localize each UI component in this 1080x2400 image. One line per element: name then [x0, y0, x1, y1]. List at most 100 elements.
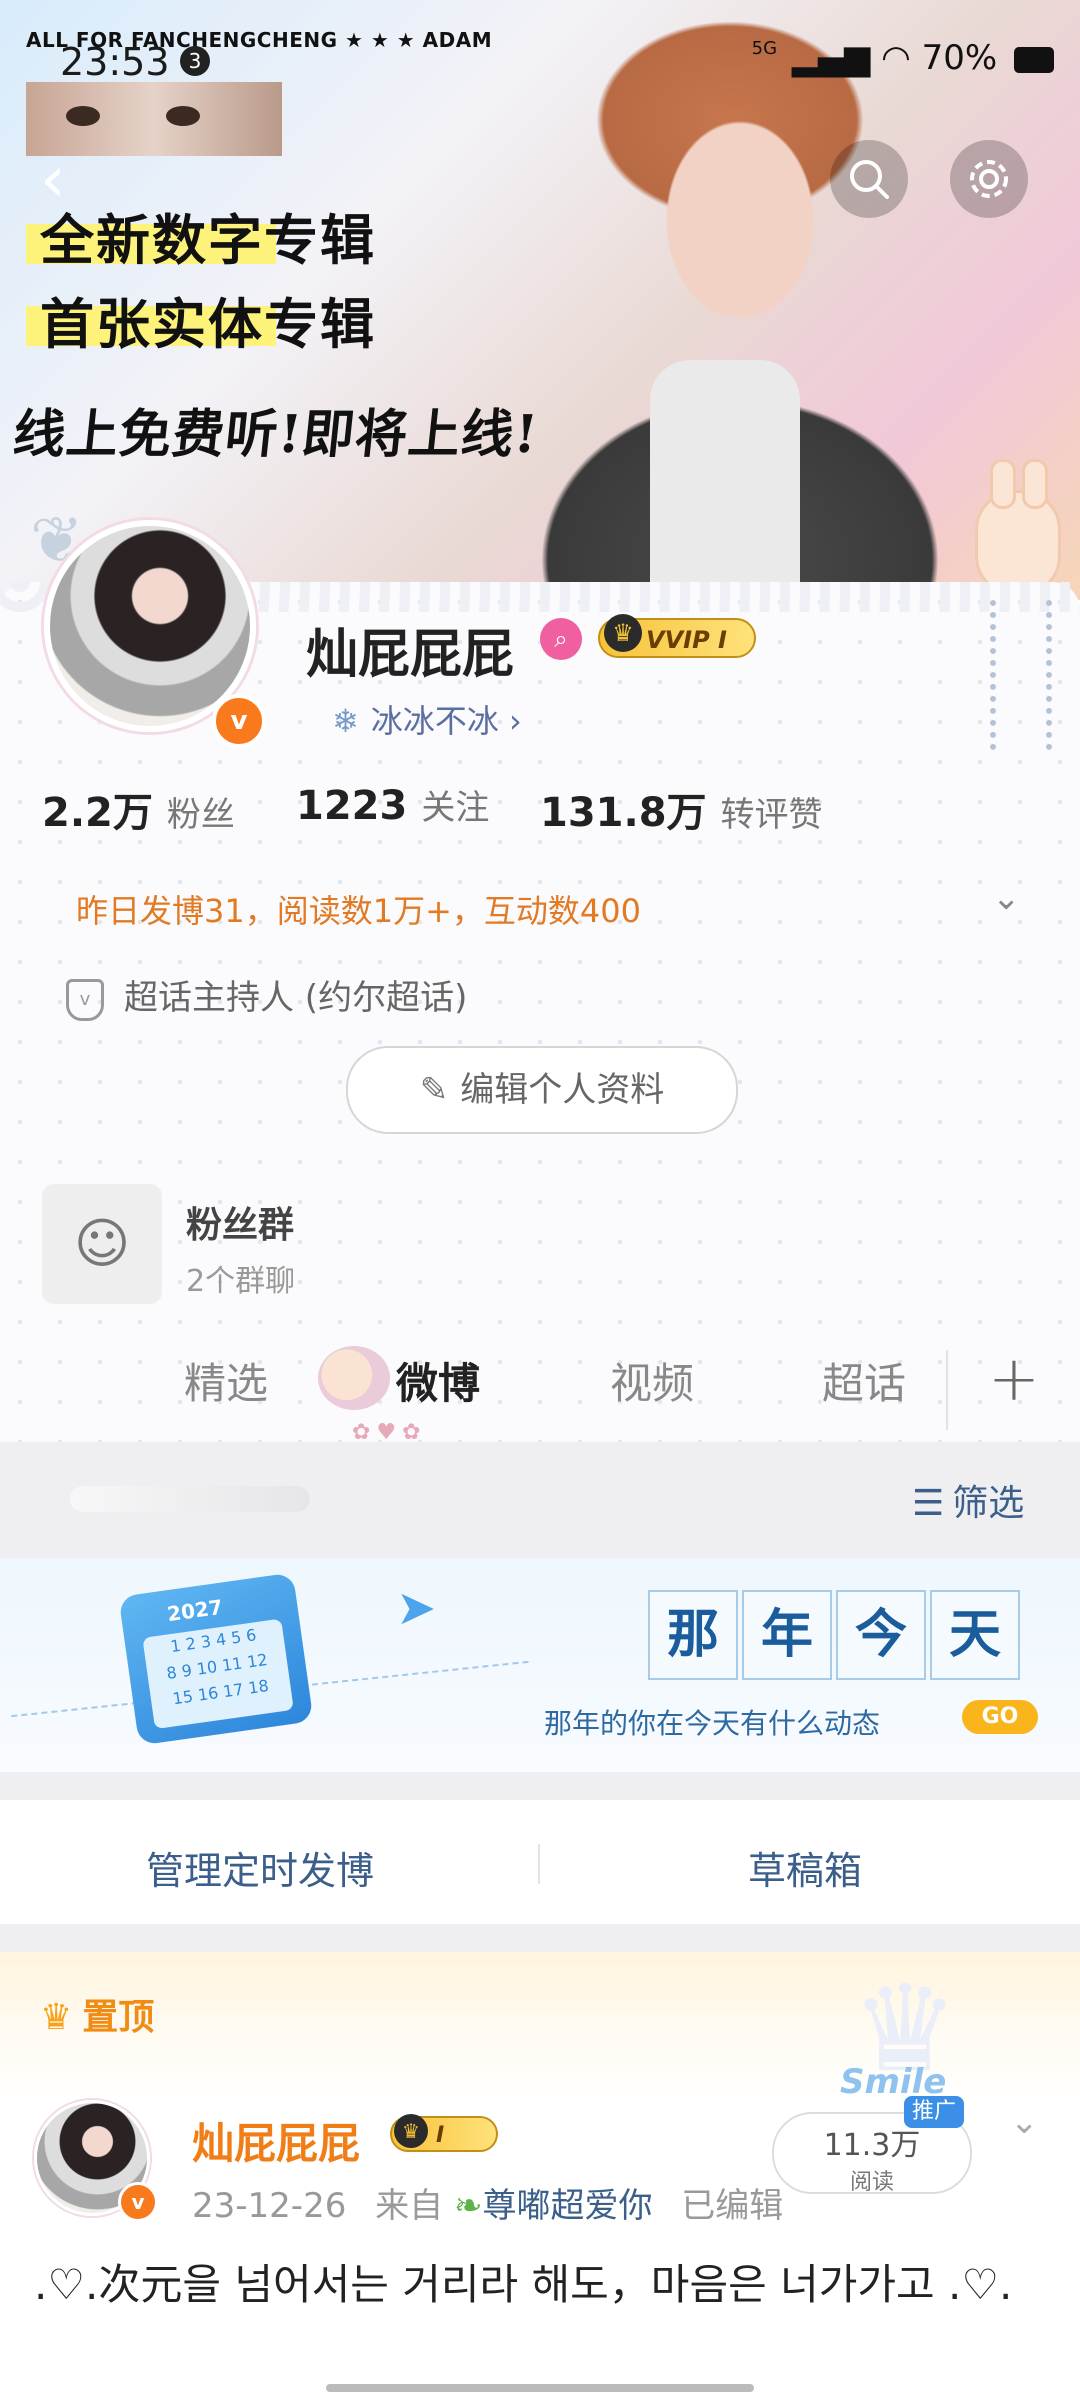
vip-badge[interactable]: ♛ VVIP I: [598, 614, 756, 658]
crown-icon: ♛: [40, 1997, 73, 2038]
crown-icon: ♛: [394, 2114, 428, 2148]
bunny-sticker-icon: [975, 459, 1061, 596]
scheduled-posts-button[interactable]: 管理定时发博: [146, 1840, 374, 1895]
post-edited[interactable]: 已编辑: [681, 2186, 783, 2226]
profile-username: 灿屁屁屁: [306, 625, 515, 685]
stat-label: 关注: [421, 788, 490, 828]
super-topic-badge-icon[interactable]: ⌕: [540, 618, 582, 660]
stat-value: 2.2万: [42, 790, 153, 836]
stat-label: 粉丝: [166, 795, 235, 835]
stat-interactions[interactable]: 131.8万 转评赞: [540, 780, 823, 838]
activity-summary[interactable]: 昨日发博31，阅读数1万+，互动数400: [76, 886, 641, 932]
battery-icon: [1014, 46, 1054, 73]
post-vip-badge[interactable]: ♛ I: [390, 2114, 498, 2152]
edit-profile-button[interactable]: ✎ 编辑个人资料: [346, 1046, 738, 1134]
stat-value: 131.8万: [540, 790, 707, 836]
fan-group-subtitle: 2个群聊: [186, 1264, 296, 1299]
pinned-label-text: 置顶: [82, 1997, 155, 2038]
filter-label: 筛选: [952, 1483, 1025, 1524]
calendar-year: 2027: [165, 1594, 225, 1627]
promo-line-3: 线上免费听!即将上线!: [10, 404, 542, 465]
chevron-down-icon[interactable]: ⌄: [1010, 2102, 1039, 2142]
profile-tabs: 精选 微博 ✿♥✿ 视频 超话 +: [0, 1320, 1080, 1445]
filter-bar: ☰ 筛选: [0, 1442, 1080, 1558]
gear-icon: [970, 160, 1008, 198]
post-text[interactable]: .♡.次元을 넘어서는 거리라 해도，마음은 너가가고 .♡.: [34, 2254, 1044, 2316]
post-date: 23-12-26: [192, 2186, 347, 2226]
blurred-placeholder: [70, 1486, 310, 1512]
tab-video[interactable]: 视频: [610, 1350, 694, 1411]
section-gap: [0, 1924, 1080, 1952]
edit-profile-label: 编辑个人资料: [460, 1070, 665, 1110]
snowflake-icon: ❄: [332, 702, 359, 740]
signal-icon: ▂▄▆: [791, 38, 871, 78]
settings-button[interactable]: [950, 140, 1028, 218]
stat-label: 转评赞: [720, 795, 823, 835]
memories-banner[interactable]: 2027 1 2 3 4 5 68 9 10 11 12 15 16 17 18 …: [0, 1558, 1080, 1772]
vip-label: VVIP I: [646, 626, 727, 654]
tab-super-topic[interactable]: 超话: [822, 1350, 906, 1411]
drafts-button[interactable]: 草稿箱: [748, 1840, 862, 1895]
home-indicator[interactable]: [326, 2384, 754, 2392]
promote-tag[interactable]: 推广: [904, 2096, 964, 2128]
memories-title-char: 那: [648, 1590, 738, 1680]
verified-badge-icon: v: [212, 694, 266, 748]
filter-icon: ☰: [912, 1483, 945, 1524]
pinned-label: ♛ 置顶: [40, 1988, 154, 2040]
tab-featured[interactable]: 精选: [184, 1350, 268, 1411]
memories-title-char: 天: [930, 1590, 1020, 1680]
manage-bar: 管理定时发博 草稿箱: [0, 1800, 1080, 1924]
status-bar: ALL FOR FANCHENGCHENG ★ ★ ★ ADAM 23:53 3…: [26, 28, 1054, 88]
battery-percent: 70%: [921, 38, 998, 78]
plus-icon[interactable]: +: [988, 1342, 1040, 1415]
fan-group-title[interactable]: 粉丝群: [186, 1196, 294, 1248]
chevron-right-icon: ›: [498, 702, 522, 740]
tab-divider: [946, 1350, 948, 1430]
memories-subtitle: 那年的你在今天有什么动态: [544, 1707, 881, 1740]
ribbon-decoration-icon: [990, 600, 1052, 750]
host-role[interactable]: v 超话主持人 (约尔超话): [66, 970, 467, 1021]
search-icon: [850, 160, 889, 199]
notification-count-badge: 3: [180, 46, 210, 76]
verified-badge-icon: v: [118, 2182, 158, 2222]
sub-account-link[interactable]: ❄ 冰冰不冰 ›: [332, 696, 522, 742]
leaf-icon: ❧: [453, 2186, 483, 2226]
pinned-post[interactable]: ♛ Smile ♛ 置顶 v 灿屁屁屁 ♛ I 23-12-26 来自 ❧尊嘟超爱…: [0, 1952, 1080, 2400]
crown-icon: ♛: [604, 614, 642, 652]
tab-weibo[interactable]: 微博: [396, 1350, 480, 1411]
post-vip-label: I: [436, 2123, 445, 2148]
shield-icon: v: [66, 978, 104, 1021]
post-author[interactable]: 灿屁屁屁: [192, 2110, 360, 2171]
post-meta: 23-12-26 来自 ❧尊嘟超爱你 已编辑: [192, 2178, 783, 2227]
memories-title: 那 年 今 天: [648, 1590, 1024, 1680]
post-source[interactable]: 尊嘟超爱你: [482, 2186, 652, 2226]
memories-title-char: 今: [836, 1590, 926, 1680]
promo-line-2: 首张实体专辑: [40, 293, 376, 356]
search-button[interactable]: [830, 140, 908, 218]
promo-line-1: 全新数字专辑: [40, 209, 376, 272]
network-label: 5G: [751, 38, 778, 59]
status-right: 5G ▂▄▆ ◠ 70%: [752, 38, 1054, 78]
host-role-label: 超话主持人 (约尔超话): [124, 978, 468, 1018]
post-source-prefix: 来自: [375, 2186, 444, 2226]
paper-plane-icon: ➤: [396, 1580, 437, 1636]
pencil-icon: ✎: [419, 1070, 449, 1110]
manage-divider: [538, 1844, 540, 1884]
calendar-grid: 1 2 3 4 5 68 9 10 11 12 15 16 17 18: [142, 1618, 294, 1730]
filter-button[interactable]: ☰ 筛选: [912, 1474, 1024, 1526]
back-icon[interactable]: ‹: [40, 148, 80, 212]
sub-account-label: 冰冰不冰: [370, 702, 499, 740]
chevron-down-icon[interactable]: ⌄: [992, 878, 1021, 918]
memories-go-button[interactable]: GO: [962, 1700, 1038, 1734]
status-time: 23:53: [60, 40, 170, 84]
section-gap: [0, 1772, 1080, 1800]
stat-following[interactable]: 1223 关注: [296, 780, 489, 829]
calendar-icon: 2027 1 2 3 4 5 68 9 10 11 12 15 16 17 18: [118, 1572, 314, 1746]
fan-group-icon[interactable]: ☺: [42, 1184, 162, 1304]
profile-cover-banner[interactable]: 全新数字专辑 首张实体专辑 线上免费听!即将上线! ALL FOR FANCHE…: [0, 0, 1080, 600]
wifi-icon: ◠: [881, 38, 911, 78]
lamb-sticker-icon: [318, 1346, 390, 1410]
stat-value: 1223: [296, 783, 408, 829]
memories-title-char: 年: [742, 1590, 832, 1680]
stat-followers[interactable]: 2.2万 粉丝: [42, 780, 235, 838]
